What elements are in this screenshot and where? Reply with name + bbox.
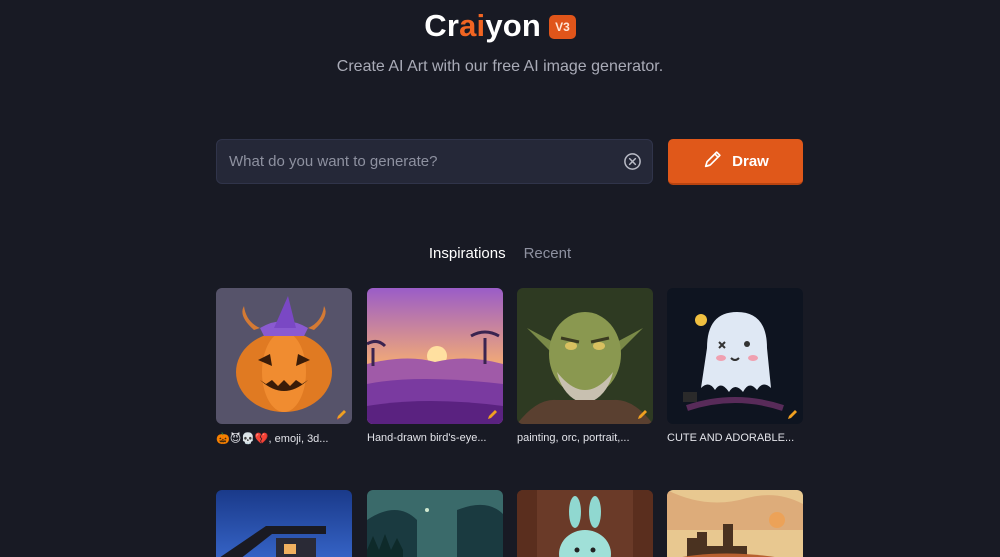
gallery-tabs: Inspirations Recent: [0, 245, 1000, 262]
prompt-input[interactable]: [229, 153, 622, 170]
gallery-card: painting, orc, portrait,...: [517, 288, 653, 444]
gallery-card: 🎃😈💀💔, emoji, 3d...: [216, 288, 352, 445]
card-caption: Hand-drawn bird's-eye...: [367, 432, 487, 444]
card-caption: painting, orc, portrait,...: [517, 432, 630, 444]
gallery-image-orc[interactable]: [517, 288, 653, 424]
gallery-card: Hand-drawn bird's-eye...: [367, 288, 503, 444]
logo-wordmark: Craiyon: [424, 8, 542, 43]
gallery-image-castle[interactable]: [667, 490, 803, 557]
tab-inspirations[interactable]: Inspirations: [429, 245, 506, 262]
tab-recent[interactable]: Recent: [524, 245, 572, 262]
gallery-image-house[interactable]: [216, 490, 352, 557]
version-badge: V3: [549, 15, 576, 39]
pencil-icon: [335, 407, 349, 421]
tagline: Create AI Art with our free AI image gen…: [336, 58, 664, 75]
gallery-image-forest[interactable]: [367, 490, 503, 557]
gallery-card: CUTE AND ADORABLE...: [667, 288, 803, 444]
pencil-icon: [702, 148, 724, 174]
logo[interactable]: Craiyon V3: [0, 8, 1000, 44]
pencil-icon: [636, 407, 650, 421]
pencil-icon: [786, 407, 800, 421]
gallery-card: [367, 490, 503, 557]
clear-icon[interactable]: [622, 152, 642, 172]
gallery-image-pumpkin[interactable]: [216, 288, 352, 424]
gallery-card: [517, 490, 653, 557]
gallery-card: [667, 490, 803, 557]
gallery-image-landscape[interactable]: [367, 288, 503, 424]
search-bar: [216, 139, 653, 184]
gallery-image-bunny[interactable]: [517, 490, 653, 557]
card-caption: 🎃😈💀💔, emoji, 3d...: [216, 433, 329, 445]
draw-button[interactable]: Draw: [668, 139, 803, 185]
pencil-icon: [486, 407, 500, 421]
draw-button-label: Draw: [732, 152, 769, 170]
gallery-image-ghost[interactable]: [667, 288, 803, 424]
card-caption: CUTE AND ADORABLE...: [667, 432, 795, 444]
gallery-card: [216, 490, 352, 557]
